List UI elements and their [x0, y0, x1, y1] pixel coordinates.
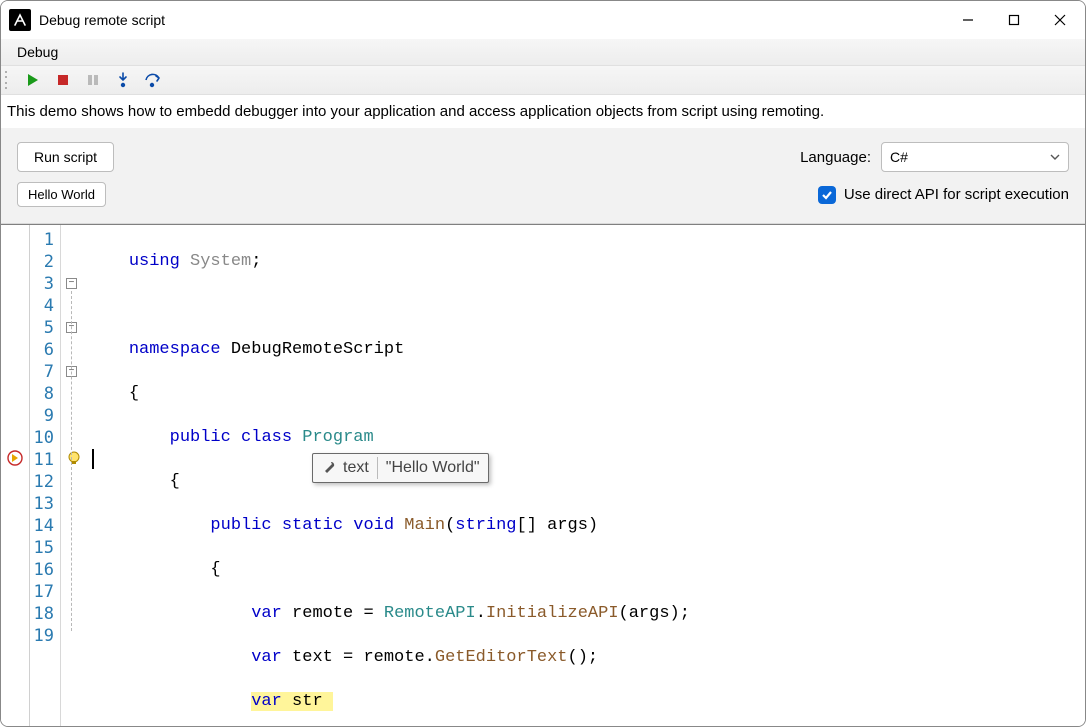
menubar: Debug — [1, 39, 1085, 66]
hello-world-button[interactable]: Hello World — [17, 182, 106, 207]
app-window: Debug remote script Debug This demo show… — [0, 0, 1086, 727]
window-title: Debug remote script — [39, 12, 165, 28]
language-select[interactable]: C# — [881, 142, 1069, 172]
step-over-icon[interactable] — [143, 70, 163, 90]
lightbulb-icon[interactable] — [66, 450, 82, 466]
info-text: This demo shows how to embedd debugger i… — [1, 95, 1085, 128]
fold-toggle[interactable]: − — [66, 278, 77, 289]
close-button[interactable] — [1037, 1, 1083, 39]
titlebar: Debug remote script — [1, 1, 1085, 39]
language-value: C# — [890, 149, 908, 165]
controls-panel: Run script Language: C# Hello World Use … — [1, 128, 1085, 224]
step-into-icon[interactable] — [113, 70, 133, 90]
run-icon[interactable] — [23, 70, 43, 90]
app-icon — [9, 9, 31, 31]
maximize-button[interactable] — [991, 1, 1037, 39]
code-content[interactable]: using System; namespace DebugRemoteScrip… — [88, 229, 1085, 726]
line-numbers: 12345678910111213141516171819 — [30, 225, 60, 647]
code-editor[interactable]: 12345678910111213141516171819 − − − usin… — [1, 224, 1085, 726]
direct-api-checkbox[interactable] — [818, 186, 836, 204]
pause-icon[interactable] — [83, 70, 103, 90]
toolbar — [1, 66, 1085, 95]
language-label: Language: — [800, 149, 871, 166]
tooltip-var-name: text — [343, 457, 369, 479]
breakpoint-gutter[interactable] — [1, 225, 30, 726]
run-script-button[interactable]: Run script — [17, 142, 114, 172]
direct-api-label: Use direct API for script execution — [844, 186, 1069, 203]
minimize-button[interactable] — [945, 1, 991, 39]
check-icon — [821, 189, 833, 201]
chevron-down-icon — [1050, 152, 1060, 162]
current-line-arrow-icon — [7, 450, 23, 466]
toolbar-grip — [5, 71, 11, 89]
wrench-icon — [321, 460, 337, 476]
tooltip-var-value: "Hello World" — [386, 457, 480, 479]
stop-icon[interactable] — [53, 70, 73, 90]
menu-debug[interactable]: Debug — [9, 42, 66, 62]
debug-tooltip[interactable]: text "Hello World" — [312, 453, 489, 483]
